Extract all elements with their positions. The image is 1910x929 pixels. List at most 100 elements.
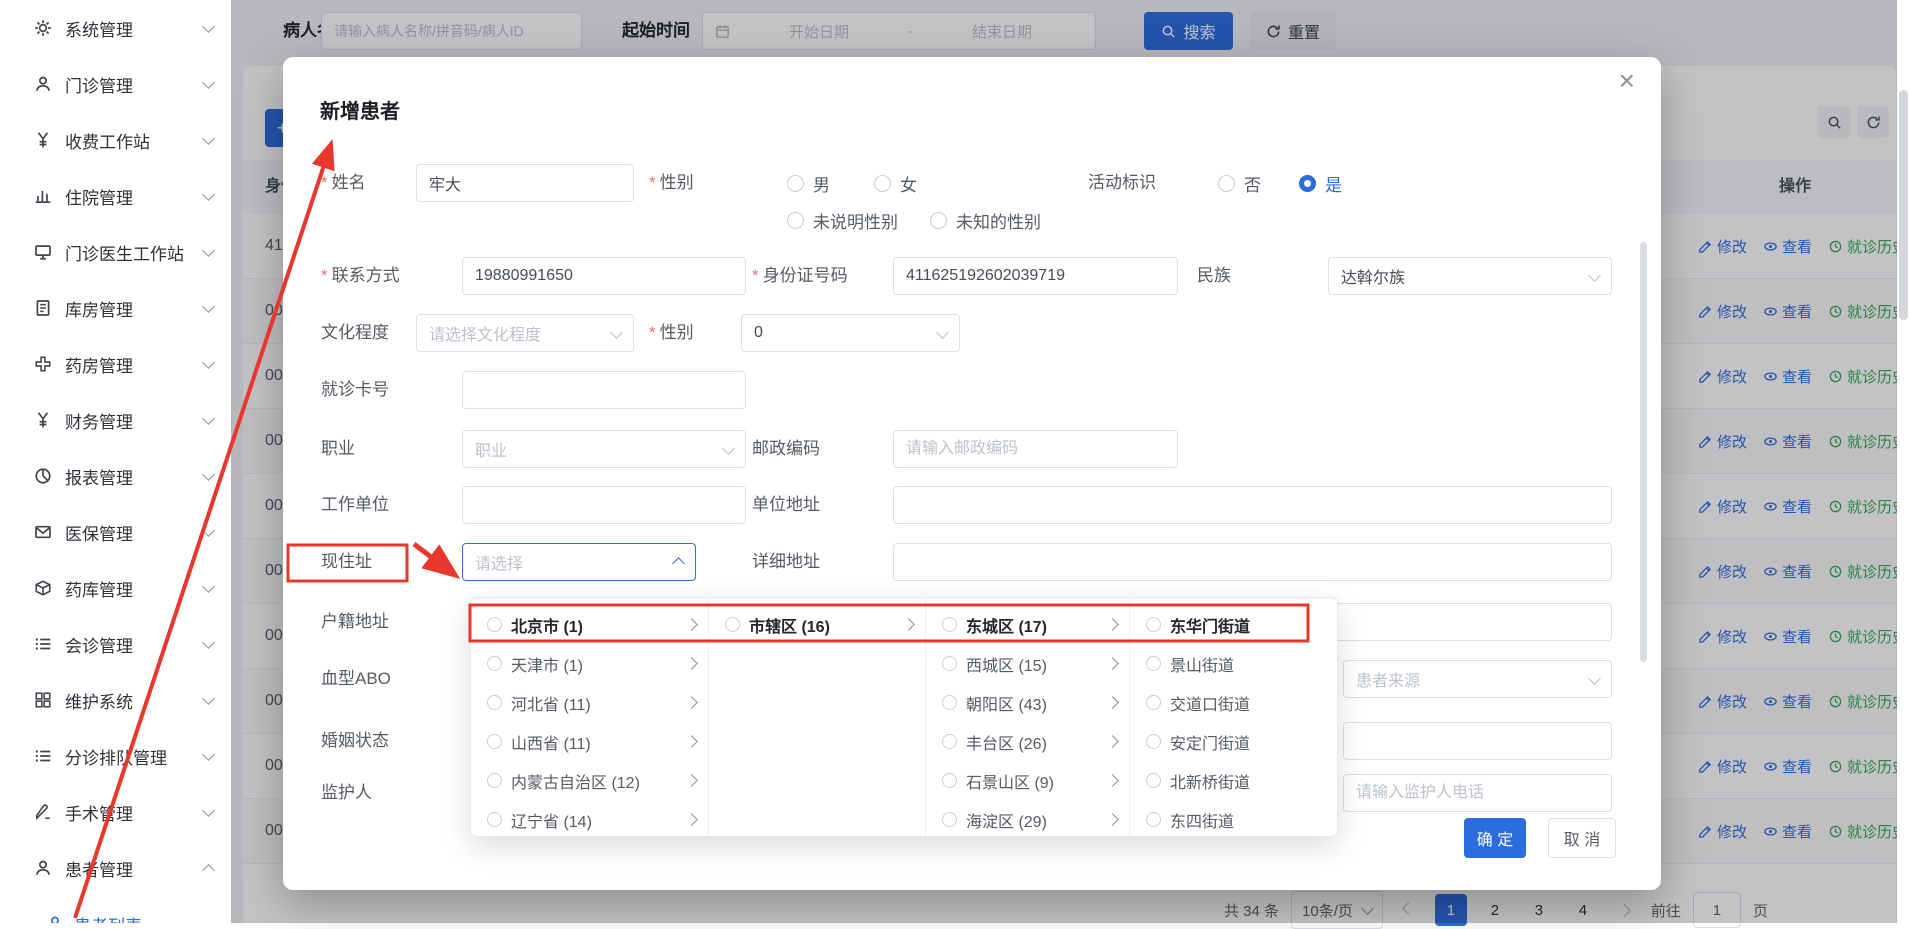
sidebar-item-doctor-workstation[interactable]: 门诊医生工作站 [0,224,231,280]
cascader-option-andingmen[interactable]: 安定门街道 [1130,722,1337,761]
cascader-option-tianjin[interactable]: 天津市 (1) [471,644,708,683]
sidebar-item-outpatient-mgmt[interactable]: 门诊管理 [0,56,231,112]
sidebar-item-patient-mgmt[interactable]: 患者管理 [0,840,231,896]
scrollbar-thumb[interactable] [1899,90,1908,320]
cascader-option-beijing[interactable]: 北京市 (1) [471,605,708,644]
cascader-option-liaoning[interactable]: 辽宁省 (14) [471,800,708,836]
sidebar-item-system-mgmt[interactable]: 系统管理 [0,0,231,56]
sidebar-item-surgery-mgmt[interactable]: 手术管理 [0,784,231,840]
chevron-down-icon [1588,269,1601,282]
ethnicity-label: 民族 [1197,257,1231,295]
name-input[interactable] [416,164,634,202]
gender-label: *性别 [649,164,694,202]
cascader-option-hebei[interactable]: 河北省 (11) [471,683,708,722]
unit-address-input[interactable] [893,486,1612,524]
chevron-down-icon [202,20,215,33]
sidebar-item-label: 报表管理 [65,464,191,489]
close-icon[interactable]: × [1619,67,1635,95]
sidebar-item-label: 门诊医生工作站 [65,240,191,265]
report-pie-icon [34,467,52,485]
occupation-select[interactable]: 职业 [462,430,746,468]
cascader-option-jiaodaokou[interactable]: 交道口街道 [1130,683,1337,722]
cascader-option-xicheng[interactable]: 西城区 (15) [926,644,1129,683]
ethnicity-select[interactable]: 达斡尔族 [1328,257,1612,295]
sidebar-item-fee-station[interactable]: 收费工作站 [0,112,231,168]
guardian-label: 监护人 [321,774,372,812]
guardian-phone-input[interactable] [1343,774,1612,812]
sidebar-item-warehouse-mgmt[interactable]: 库房管理 [0,280,231,336]
gender-radio-male[interactable]: 男 [787,164,830,202]
chevron-down-icon [202,244,215,257]
sidebar-item-label: 药库管理 [65,576,191,601]
current-address-select[interactable]: 请选择 [462,543,696,581]
sidebar-item-label: 系统管理 [65,16,191,41]
page-scrollbar[interactable] [1897,0,1910,923]
cascader-option-beixinqiao[interactable]: 北新桥街道 [1130,761,1337,800]
sidebar-subitem-patient-list[interactable]: 患者列表 [0,896,231,923]
cascader-option-neimenggu[interactable]: 内蒙古自治区 (12) [471,761,708,800]
card-no-input[interactable] [462,371,746,409]
chevron-down-icon [202,468,215,481]
radio-circle-icon [942,695,957,710]
occupation-label: 职业 [321,430,355,468]
radio-circle-icon [487,812,502,827]
household-address-label: 户籍地址 [321,603,389,641]
radio-circle-icon [487,695,502,710]
chevron-right-icon [1106,696,1119,709]
postal-code-label: 邮政编码 [752,430,820,468]
cascader-option-fengtai[interactable]: 丰台区 (26) [926,722,1129,761]
sidebar-item-inpatient-mgmt[interactable]: 住院管理 [0,168,231,224]
gear-icon [34,19,52,37]
radio-circle-icon [1146,656,1161,671]
marital-row-input[interactable] [1343,722,1612,760]
sidebar-item-finance-mgmt[interactable]: 财务管理 [0,392,231,448]
postal-code-input[interactable] [893,430,1178,468]
modal-scrollbar-thumb[interactable] [1640,242,1647,662]
sidebar-item-maintenance[interactable]: 维护系统 [0,672,231,728]
gender2-label: *性别 [649,314,694,352]
sidebar-item-label: 会诊管理 [65,632,191,657]
gender-radio-unstated[interactable]: 未说明性别 [787,201,898,239]
cascader-option-dongcheng[interactable]: 东城区 (17) [926,605,1129,644]
cascader-option-haidian[interactable]: 海淀区 (29) [926,800,1129,836]
sidebar-item-consultation-mgmt[interactable]: 会诊管理 [0,616,231,672]
sidebar-item-drug-storage-mgmt[interactable]: 药库管理 [0,560,231,616]
contact-input[interactable] [462,257,746,295]
active-flag-radio-no[interactable]: 否 [1218,164,1261,202]
detail-address-input[interactable] [893,543,1612,581]
cascader-option-jingshan[interactable]: 景山街道 [1130,644,1337,683]
cascader-option-chaoyang[interactable]: 朝阳区 (43) [926,683,1129,722]
chevron-down-icon [202,636,215,649]
cascader-option-donghuamen[interactable]: 东华门街道 [1130,605,1337,644]
detail-address-label: 详细地址 [752,543,820,581]
sidebar-item-report-mgmt[interactable]: 报表管理 [0,448,231,504]
queue-list-icon [34,747,52,765]
gender2-select[interactable]: 0 [741,314,960,352]
radio-circle-icon [725,617,740,632]
gender-radio-unknown[interactable]: 未知的性别 [930,201,1041,239]
marital-status-label: 婚姻状态 [321,722,389,760]
sidebar-item-insurance-mgmt[interactable]: 医保管理 [0,504,231,560]
chevron-right-icon [1106,774,1119,787]
cascader-option-shanxi[interactable]: 山西省 (11) [471,722,708,761]
radio-circle-icon [1146,617,1161,632]
cascader-option-shijingshan[interactable]: 石景山区 (9) [926,761,1129,800]
sidebar-item-pharmacy-mgmt[interactable]: 药房管理 [0,336,231,392]
gender-radio-female[interactable]: 女 [874,164,917,202]
cascader-option-dongsi[interactable]: 东四街道 [1130,800,1337,836]
active-flag-radio-yes[interactable]: 是 [1299,164,1342,202]
work-unit-input[interactable] [462,486,746,524]
confirm-button[interactable]: 确 定 [1464,818,1526,858]
cascader-option-shixiaqu[interactable]: 市辖区 (16) [709,605,925,644]
patient-source-select[interactable]: 患者来源 [1343,660,1612,698]
current-address-label: 现住址 [321,543,372,581]
id-number-input[interactable] [893,257,1178,295]
drug-storage-box-icon [34,579,52,597]
cancel-button[interactable]: 取 消 [1548,818,1616,858]
radio-circle-icon [942,656,957,671]
education-select[interactable]: 请选择文化程度 [416,314,634,352]
radio-circle-icon [1146,812,1161,827]
chevron-up-icon [672,557,685,570]
radio-circle-icon [1218,175,1235,192]
sidebar-item-triage-queue[interactable]: 分诊排队管理 [0,728,231,784]
